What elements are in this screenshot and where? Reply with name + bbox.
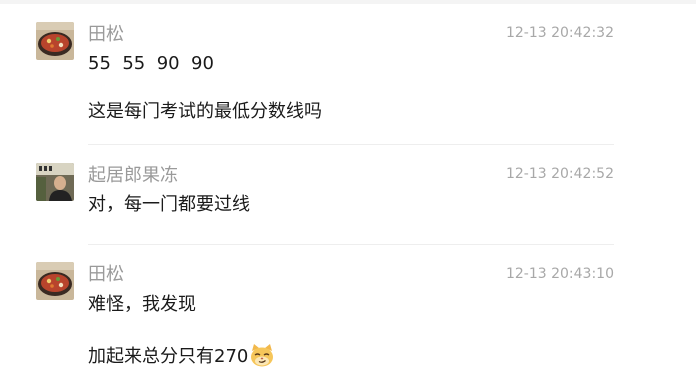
sender-name[interactable]: 起居郎果冻 [88,165,178,187]
message-text: 难怪，我发现 [88,294,196,315]
sender-name[interactable]: 田松 [88,264,124,286]
smirk-cat-emoji [249,342,275,368]
person-photo-avatar[interactable] [36,163,74,201]
message-timestamp: 12-13 20:42:52 [505,166,614,182]
food-dish-avatar[interactable] [36,22,74,60]
top-divider [0,0,696,4]
message-divider [88,144,614,145]
message-text-with-emoji: 加起来总分只有270 [88,342,275,369]
sender-name[interactable]: 田松 [88,24,124,46]
message-text: 这是每门考试的最低分数线吗 [88,101,322,122]
message-text: 55 55 90 90 [88,53,214,74]
message-timestamp: 12-13 20:42:32 [505,25,614,41]
message-text: 对，每一门都要过线 [88,194,250,215]
message-divider [88,244,614,245]
message-timestamp: 12-13 20:43:10 [505,266,614,282]
food-dish-avatar[interactable] [36,262,74,300]
message-text: 加起来总分只有270 [88,346,249,367]
